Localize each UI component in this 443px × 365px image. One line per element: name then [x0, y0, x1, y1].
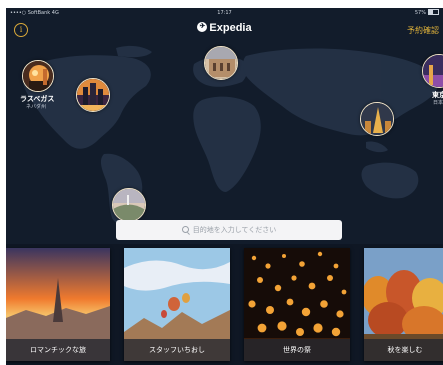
expedia-globe-icon: ✈	[197, 22, 208, 33]
pin-bangkok[interactable]	[360, 102, 394, 136]
card-romantic-trip[interactable]: ロマンチックな旅	[6, 248, 110, 361]
app-screen: ••••○ SoftBank 4G 17:17 57% i ✈ Expedia 予…	[6, 8, 443, 365]
search-icon	[181, 226, 189, 233]
status-bar: ••••○ SoftBank 4G 17:17 57%	[6, 8, 443, 18]
pin-sublabel-las-vegas: ネバダ州	[26, 104, 47, 110]
status-time: 17:17	[217, 10, 232, 16]
battery-icon	[428, 8, 439, 15]
destination-search-input[interactable]: 目的地を入力してください	[116, 220, 342, 240]
card-enjoy-autumn[interactable]: 秋を楽しむ	[364, 248, 443, 361]
card-world-festivals[interactable]: 世界の祭	[244, 248, 350, 361]
pin-paris[interactable]	[204, 46, 238, 80]
card-title: スタッフいちおし	[124, 339, 230, 361]
battery-status: 57%	[415, 8, 439, 18]
battery-percent: 57%	[414, 10, 426, 16]
card-title: ロマンチックな旅	[6, 339, 110, 361]
pin-chicago[interactable]	[76, 78, 110, 112]
featured-cards: ロマンチックな旅 スタッフいちおし 世界の祭 秋を楽しむ	[6, 244, 443, 365]
pin-sublabel-tokyo: 日本	[433, 100, 443, 106]
card-title: 世界の祭	[244, 339, 350, 361]
reservation-check-button[interactable]: 予約確認	[407, 25, 439, 36]
search-placeholder: 目的地を入力してください	[192, 226, 277, 234]
brand-title: ✈ Expedia	[6, 22, 443, 34]
pin-las-vegas[interactable]	[22, 60, 54, 92]
world-map[interactable]: ラスベガス ネバダ州 東京 日本	[6, 42, 443, 228]
pin-rio[interactable]	[112, 188, 146, 222]
brand-name: Expedia	[209, 22, 252, 34]
card-title: 秋を楽しむ	[364, 339, 443, 361]
card-staff-picks[interactable]: スタッフいちおし	[124, 248, 230, 361]
nav-bar: i ✈ Expedia 予約確認	[6, 18, 443, 42]
